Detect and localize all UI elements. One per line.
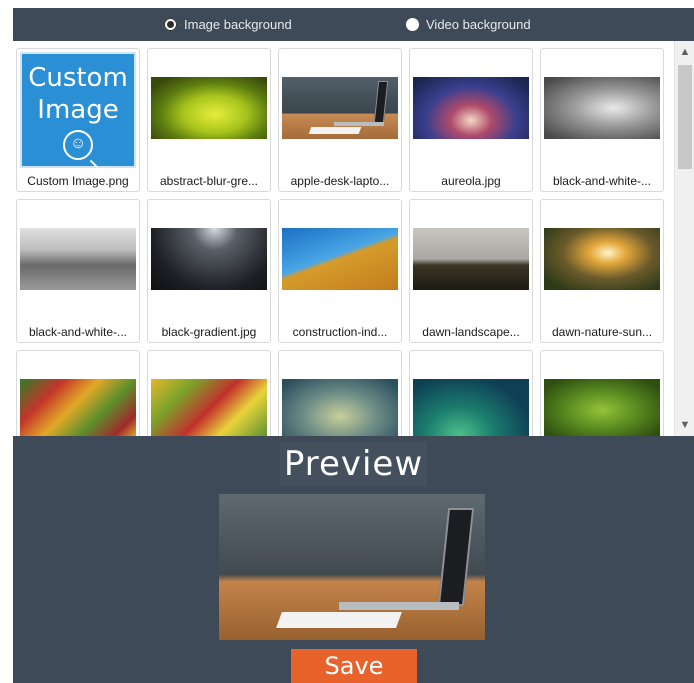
thumbnail-image[interactable] <box>282 228 398 290</box>
gallery-tile[interactable]: dawn-landscape... <box>409 199 533 343</box>
laptop-base-decoration <box>339 602 459 610</box>
gallery-scrollbar[interactable]: ▲ ▼ <box>674 41 694 436</box>
gallery-tile[interactable]: construction-ind... <box>278 199 402 343</box>
gallery-tile[interactable] <box>278 350 402 436</box>
gallery-tile[interactable]: apple-desk-lapto... <box>278 48 402 192</box>
thumbnail-image[interactable] <box>413 77 529 139</box>
preview-image <box>219 494 485 640</box>
tile-label: black-and-white-... <box>552 174 652 188</box>
thumbnail-image[interactable]: Custom Image <box>20 52 136 168</box>
laptop-base-decoration <box>334 122 384 126</box>
tile-label: construction-ind... <box>292 325 388 339</box>
gallery-tile[interactable]: dawn-nature-sun... <box>540 199 664 343</box>
gallery-tile[interactable] <box>147 350 271 436</box>
paper-decoration <box>276 612 402 628</box>
image-background-label[interactable]: Image background <box>184 17 292 32</box>
tile-label: black-and-white-... <box>28 325 128 339</box>
tile-label: apple-desk-lapto... <box>290 174 390 188</box>
gallery-tile[interactable] <box>409 350 533 436</box>
thumbnail-image[interactable] <box>20 379 136 436</box>
thumbnail-image[interactable] <box>544 379 660 436</box>
background-settings-panel: Image background Video background Custom… <box>13 8 694 683</box>
radio-selected-icon[interactable] <box>164 18 177 31</box>
thumbnail-image[interactable] <box>413 228 529 290</box>
gallery-tile[interactable] <box>16 350 140 436</box>
custom-image-line2: Image <box>37 95 119 125</box>
save-button[interactable]: Save <box>291 649 417 683</box>
tile-label: abstract-blur-gre... <box>159 174 259 188</box>
thumbnail-image[interactable] <box>282 379 398 436</box>
image-gallery: CustomImage Custom Image.png abstract-blur… <box>13 41 694 436</box>
background-type-bar: Image background Video background <box>13 8 694 41</box>
gallery-tile[interactable]: black-and-white-... <box>540 48 664 192</box>
thumbnail-image[interactable] <box>151 228 267 290</box>
paper-decoration <box>308 127 362 134</box>
thumbnail-image[interactable] <box>544 77 660 139</box>
video-background-radio[interactable]: Video background <box>406 17 531 32</box>
custom-image-line1: Custom <box>28 63 128 93</box>
thumbnail-image[interactable] <box>544 228 660 290</box>
preview-section: Preview Save <box>13 436 694 683</box>
gallery-tile[interactable]: black-gradient.jpg <box>147 199 271 343</box>
scroll-up-icon[interactable]: ▲ <box>675 43 694 61</box>
tile-label: dawn-landscape... <box>422 325 520 339</box>
laptop-screen-decoration <box>373 81 389 123</box>
gallery-tile[interactable]: black-and-white-... <box>16 199 140 343</box>
user-search-icon <box>63 130 93 160</box>
thumbnail-image[interactable] <box>20 228 136 290</box>
radio-unselected-icon[interactable] <box>406 18 419 31</box>
gallery-tile[interactable]: aureola.jpg <box>409 48 533 192</box>
scroll-down-icon[interactable]: ▼ <box>675 416 694 434</box>
preview-title-text: Preview <box>279 442 428 486</box>
preview-title: Preview <box>13 442 694 486</box>
thumbnail-image[interactable] <box>151 379 267 436</box>
gallery-tile[interactable] <box>540 350 664 436</box>
tile-label: black-gradient.jpg <box>161 325 257 339</box>
laptop-screen-decoration <box>437 508 475 606</box>
image-background-radio[interactable]: Image background <box>164 17 292 32</box>
scroll-thumb[interactable] <box>678 65 692 169</box>
tile-label: dawn-nature-sun... <box>551 325 653 339</box>
tile-label: aureola.jpg <box>441 174 501 188</box>
gallery-tile[interactable]: CustomImage Custom Image.png <box>16 48 140 192</box>
thumbnail-image[interactable] <box>151 77 267 139</box>
thumbnail-image[interactable] <box>413 379 529 436</box>
tile-label: Custom Image.png <box>27 174 129 188</box>
thumbnail-image[interactable] <box>282 77 398 139</box>
video-background-label[interactable]: Video background <box>426 17 531 32</box>
gallery-tile[interactable]: abstract-blur-gre... <box>147 48 271 192</box>
